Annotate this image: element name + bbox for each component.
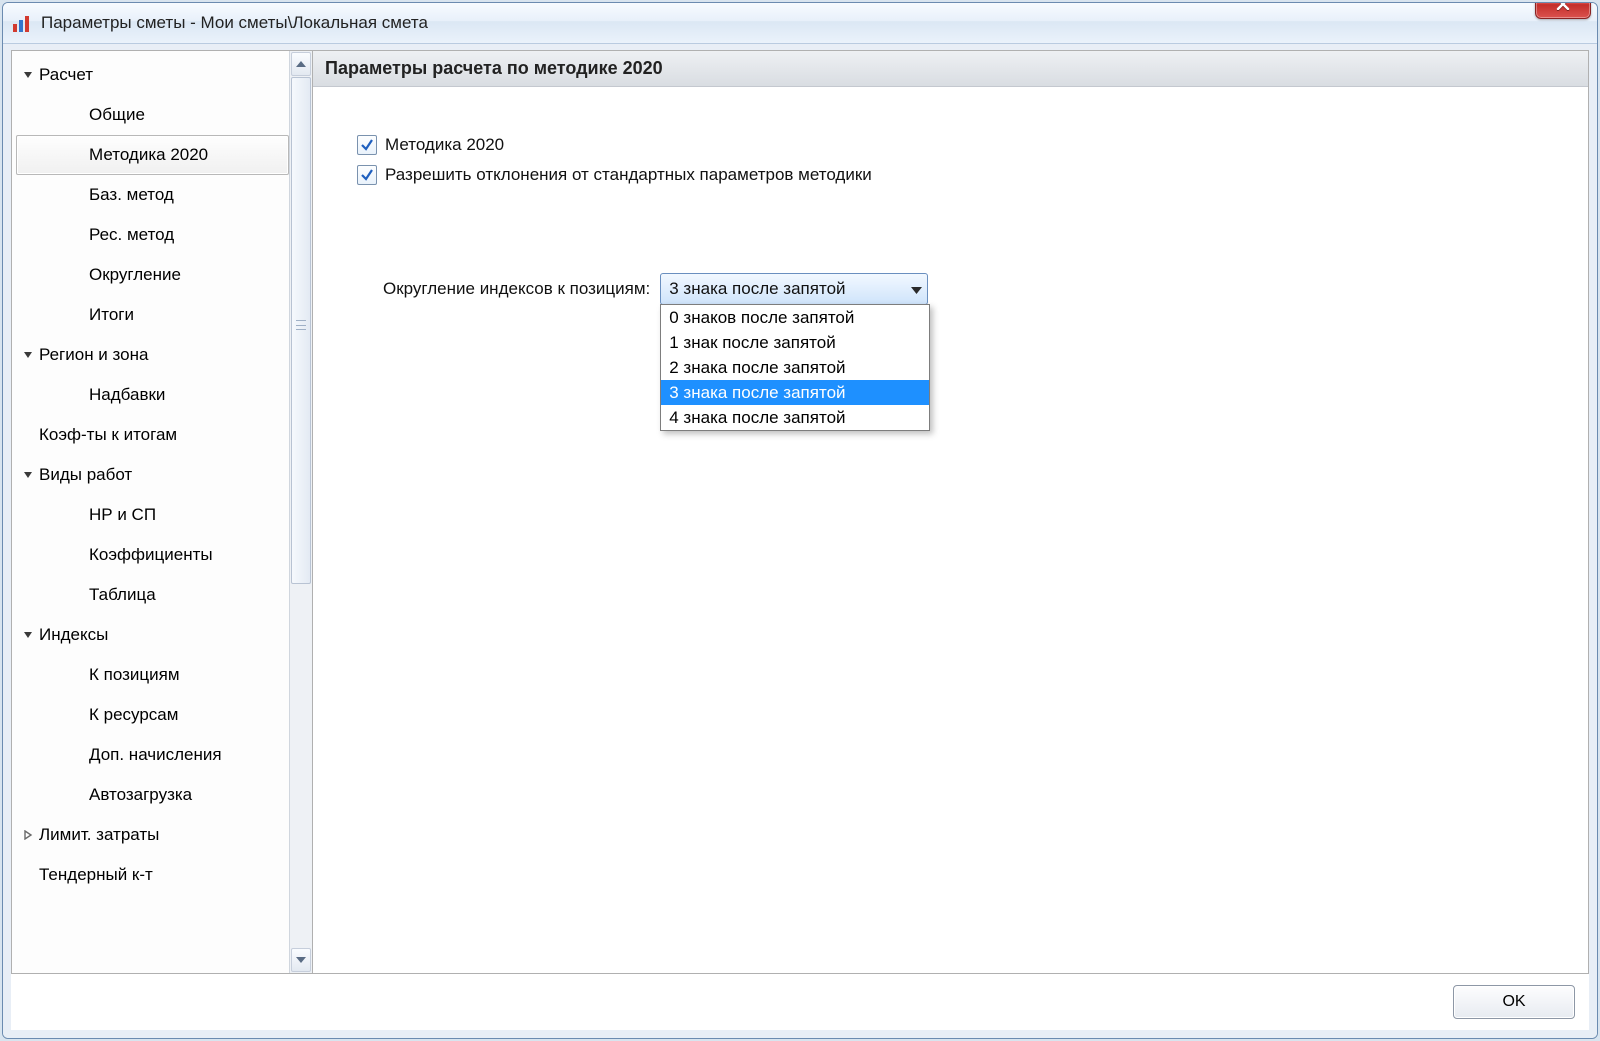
- nav-item-label: К позициям: [89, 665, 180, 685]
- nav-item-label: Виды работ: [39, 465, 132, 485]
- nav-item-7[interactable]: Регион и зона: [16, 335, 289, 375]
- caret-none: [71, 308, 85, 322]
- app-icon: [11, 12, 33, 34]
- caret-none: [71, 268, 85, 282]
- nav-tree: Расчет Общие Методика 2020 Баз. метод Рес. м…: [11, 50, 313, 974]
- nav-item-10[interactable]: Виды работ: [16, 455, 289, 495]
- nav-item-label: Округление: [89, 265, 181, 285]
- scroll-up-button[interactable]: [291, 52, 311, 76]
- caret-right-icon: [21, 828, 35, 842]
- caret-down-icon: [21, 68, 35, 82]
- nav-item-label: Методика 2020: [89, 145, 208, 165]
- nav-item-label: Рес. метод: [89, 225, 174, 245]
- caret-none: [71, 508, 85, 522]
- scroll-track[interactable]: [291, 77, 311, 947]
- index-rounding-label: Округление индексов к позициям:: [383, 279, 650, 299]
- nav-item-label: Автозагрузка: [89, 785, 192, 805]
- dialog-footer: OK: [11, 974, 1589, 1030]
- chevron-up-icon: [296, 61, 306, 67]
- chevron-down-icon: [296, 957, 306, 963]
- nav-item-4[interactable]: Рес. метод: [16, 215, 289, 255]
- nav-item-label: К ресурсам: [89, 705, 178, 725]
- check-icon: [360, 138, 374, 152]
- nav-item-label: Регион и зона: [39, 345, 148, 365]
- checkbox-method-2020[interactable]: [357, 135, 377, 155]
- nav-item-label: Баз. метод: [89, 185, 174, 205]
- caret-none: [71, 228, 85, 242]
- combo-option-2[interactable]: 2 знака после запятой: [661, 355, 929, 380]
- caret-none: [71, 108, 85, 122]
- chevron-down-icon: [911, 279, 922, 299]
- nav-item-label: Коэффициенты: [89, 545, 213, 565]
- check-icon: [360, 168, 374, 182]
- scroll-down-button[interactable]: [291, 948, 311, 972]
- nav-item-label: НР и СП: [89, 505, 156, 525]
- nav-item-label: Тендерный к-т: [39, 865, 153, 885]
- close-icon: [1556, 2, 1570, 10]
- caret-none: [71, 548, 85, 562]
- nav-scrollbar[interactable]: [289, 51, 312, 973]
- nav-item-2[interactable]: Методика 2020: [16, 135, 289, 175]
- nav-item-15[interactable]: К позициям: [16, 655, 289, 695]
- nav-item-20[interactable]: Тендерный к-т: [16, 855, 289, 895]
- nav-item-16[interactable]: К ресурсам: [16, 695, 289, 735]
- nav-item-label: Лимит. затраты: [39, 825, 159, 845]
- caret-down-icon: [21, 468, 35, 482]
- nav-item-label: Надбавки: [89, 385, 165, 405]
- ok-button[interactable]: OK: [1453, 985, 1575, 1019]
- combo-selected-value: 3 знака после запятой: [669, 279, 845, 299]
- scroll-thumb[interactable]: [291, 77, 311, 584]
- nav-item-label: Общие: [89, 105, 145, 125]
- nav-item-11[interactable]: НР и СП: [16, 495, 289, 535]
- nav-item-18[interactable]: Автозагрузка: [16, 775, 289, 815]
- nav-item-label: Доп. начисления: [89, 745, 222, 765]
- caret-down-icon: [21, 348, 35, 362]
- dialog-window: Параметры сметы - Мои сметы\Локальная см…: [2, 2, 1598, 1039]
- nav-item-9[interactable]: Коэф-ты к итогам: [16, 415, 289, 455]
- nav-item-label: Индексы: [39, 625, 108, 645]
- combo-option-1[interactable]: 1 знак после запятой: [661, 330, 929, 355]
- combo-option-3[interactable]: 3 знака после запятой: [661, 380, 929, 405]
- combo-dropdown-list: 0 знаков после запятой1 знак после запят…: [660, 304, 930, 431]
- client-area: Расчет Общие Методика 2020 Баз. метод Рес. м…: [3, 44, 1597, 1038]
- ok-button-label: OK: [1502, 993, 1525, 1011]
- index-rounding-combo[interactable]: 3 знака после запятой 0 знаков после зап…: [660, 273, 928, 305]
- caret-none: [71, 788, 85, 802]
- nav-item-label: Расчет: [39, 65, 93, 85]
- nav-item-label: Таблица: [89, 585, 156, 605]
- caret-none: [21, 868, 35, 882]
- caret-none: [71, 388, 85, 402]
- nav-item-5[interactable]: Округление: [16, 255, 289, 295]
- caret-down-icon: [21, 628, 35, 642]
- nav-item-8[interactable]: Надбавки: [16, 375, 289, 415]
- combo-option-0[interactable]: 0 знаков после запятой: [661, 305, 929, 330]
- nav-item-label: Коэф-ты к итогам: [39, 425, 177, 445]
- nav-item-0[interactable]: Расчет: [16, 55, 289, 95]
- caret-none: [71, 668, 85, 682]
- window-title: Параметры сметы - Мои сметы\Локальная см…: [41, 13, 428, 33]
- nav-item-19[interactable]: Лимит. затраты: [16, 815, 289, 855]
- titlebar[interactable]: Параметры сметы - Мои сметы\Локальная см…: [3, 3, 1597, 44]
- caret-none: [71, 588, 85, 602]
- nav-item-13[interactable]: Таблица: [16, 575, 289, 615]
- nav-item-label: Итоги: [89, 305, 134, 325]
- checkbox-allow-deviations[interactable]: [357, 165, 377, 185]
- caret-none: [71, 708, 85, 722]
- close-button[interactable]: [1535, 2, 1591, 19]
- caret-none: [71, 188, 85, 202]
- nav-item-6[interactable]: Итоги: [16, 295, 289, 335]
- caret-none: [21, 428, 35, 442]
- caret-none: [71, 748, 85, 762]
- nav-item-1[interactable]: Общие: [16, 95, 289, 135]
- caret-none: [71, 148, 85, 162]
- panel-header: Параметры расчета по методике 2020: [313, 51, 1588, 87]
- checkbox-allow-deviations-label: Разрешить отклонения от стандартных пара…: [385, 165, 872, 185]
- combo-option-4[interactable]: 4 знака после запятой: [661, 405, 929, 430]
- main-panel: Параметры расчета по методике 2020 Метод…: [313, 50, 1589, 974]
- nav-item-14[interactable]: Индексы: [16, 615, 289, 655]
- nav-item-3[interactable]: Баз. метод: [16, 175, 289, 215]
- checkbox-method-2020-label: Методика 2020: [385, 135, 504, 155]
- nav-item-17[interactable]: Доп. начисления: [16, 735, 289, 775]
- nav-item-12[interactable]: Коэффициенты: [16, 535, 289, 575]
